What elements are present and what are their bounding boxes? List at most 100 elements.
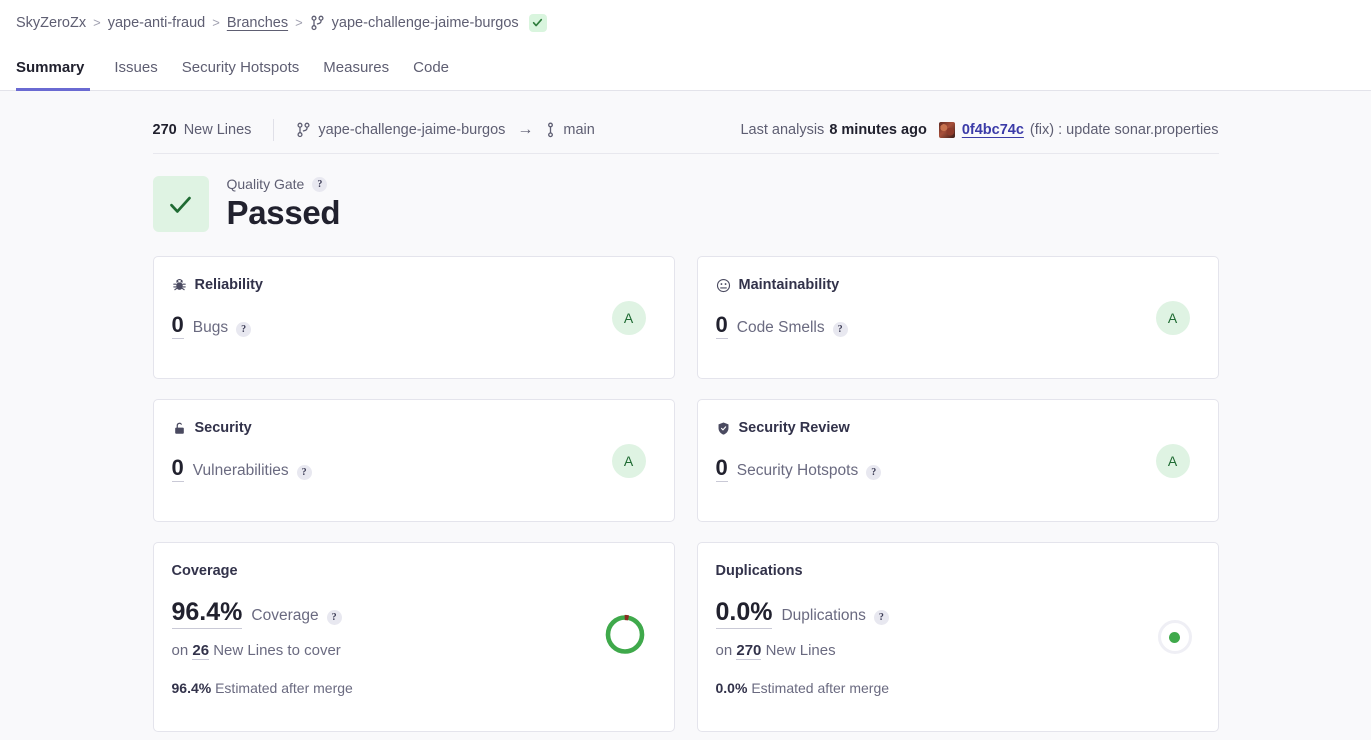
- git-branch-icon: [310, 15, 325, 31]
- breadcrumb: SkyZeroZx > yape-anti-fraud > Branches >…: [0, 0, 1371, 45]
- card-security-measure-row: 0 Vulnerabilities ?: [171, 455, 652, 483]
- card-duplications: Duplications 0.0% Duplications ? on 270 …: [696, 542, 1219, 732]
- coverage-percent[interactable]: 96.4%: [171, 598, 243, 629]
- tab-security-hotspots[interactable]: Security Hotspots: [170, 45, 312, 90]
- duplications-percent[interactable]: 0.0%: [715, 598, 773, 629]
- tab-measures[interactable]: Measures: [311, 45, 401, 90]
- content-container: 270 New Lines yape-challenge-jaime-burgo…: [152, 91, 1219, 732]
- measures-grid: Reliability 0 Bugs ? A Maintainability 0…: [152, 256, 1219, 732]
- card-reliability-measure-row: 0 Bugs ?: [171, 312, 652, 340]
- help-icon[interactable]: ?: [236, 322, 252, 337]
- bugs-label: Bugs: [192, 319, 229, 336]
- tab-summary[interactable]: Summary: [16, 45, 96, 91]
- card-security-title: Security: [194, 420, 252, 436]
- git-branch-icon: [296, 122, 311, 138]
- coverage-label: Coverage: [251, 607, 319, 624]
- card-security: Security 0 Vulnerabilities ? A: [152, 399, 675, 522]
- breadcrumb-org[interactable]: SkyZeroZx: [16, 15, 86, 31]
- vulnerabilities-count[interactable]: 0: [171, 455, 184, 483]
- code-smell-icon: [716, 278, 731, 293]
- help-icon[interactable]: ?: [296, 465, 312, 480]
- breadcrumb-separator: >: [212, 15, 220, 30]
- tab-security-hotspots-label: Security Hotspots: [181, 59, 300, 76]
- quality-gate-status-icon-box: [152, 176, 209, 232]
- card-maintainability-measure-row: 0 Code Smells ?: [715, 312, 1196, 340]
- branch-comparison: yape-challenge-jaime-burgos → main: [296, 121, 595, 139]
- main-tabs: Summary Issues Security Hotspots Measure…: [0, 45, 1371, 91]
- coverage-on-prefix: on: [171, 641, 189, 659]
- help-icon[interactable]: ?: [866, 465, 882, 480]
- tab-code[interactable]: Code: [401, 45, 461, 90]
- security-hotspots-count[interactable]: 0: [715, 455, 728, 483]
- duplications-estimate-value: 0.0%: [715, 679, 748, 696]
- security-hotspots-label: Security Hotspots: [736, 462, 859, 479]
- analysis-meta-row: 270 New Lines yape-challenge-jaime-burgo…: [152, 119, 1219, 154]
- help-icon[interactable]: ?: [312, 176, 328, 192]
- card-reliability-title: Reliability: [194, 277, 264, 293]
- coverage-new-lines-row: on 26 New Lines to cover: [171, 641, 652, 660]
- card-coverage: Coverage 96.4% Coverage ? on 26 New Line…: [152, 542, 675, 732]
- breadcrumb-branch[interactable]: yape-challenge-jaime-burgos: [332, 15, 519, 31]
- new-lines-label: New Lines: [183, 122, 252, 138]
- security-rating-badge[interactable]: A: [611, 443, 646, 478]
- card-security-title-row: Security: [172, 420, 652, 436]
- card-maintainability: Maintainability 0 Code Smells ? A: [696, 256, 1219, 379]
- card-reliability-title-row: Reliability: [172, 277, 652, 293]
- card-reliability: Reliability 0 Bugs ? A: [152, 256, 675, 379]
- coverage-donut-chart: [603, 613, 647, 662]
- duplications-dot-icon: [1169, 631, 1180, 643]
- duplications-on-prefix: on: [715, 641, 733, 659]
- duplications-new-lines-count[interactable]: 270: [736, 641, 762, 660]
- tab-issues-label: Issues: [114, 59, 158, 76]
- help-icon[interactable]: ?: [832, 322, 848, 337]
- source-branch-name: yape-challenge-jaime-burgos: [318, 122, 506, 138]
- card-security-review-title: Security Review: [738, 420, 850, 436]
- help-icon[interactable]: ?: [873, 610, 889, 625]
- check-icon: [532, 18, 543, 27]
- avatar: [938, 122, 955, 138]
- bugs-count[interactable]: 0: [171, 312, 184, 340]
- card-security-review: Security Review 0 Security Hotspots ? A: [696, 399, 1219, 522]
- quality-gate-text: Quality Gate ? Passed: [227, 176, 341, 232]
- last-analysis-time: 8 minutes ago: [829, 122, 927, 138]
- breadcrumb-status-badge: [528, 13, 547, 32]
- card-security-review-measure-row: 0 Security Hotspots ?: [715, 455, 1196, 483]
- card-security-review-title-row: Security Review: [716, 420, 1196, 436]
- duplications-estimate-label: Estimated after merge: [751, 679, 890, 696]
- breadcrumb-project[interactable]: yape-anti-fraud: [108, 15, 206, 31]
- commit-hash-link[interactable]: 0f4bc74c: [962, 122, 1024, 138]
- meta-divider: [273, 119, 275, 141]
- vulnerabilities-label: Vulnerabilities: [192, 462, 289, 479]
- duplications-new-lines-row: on 270 New Lines: [715, 641, 1196, 660]
- target-branch-name: main: [563, 122, 595, 138]
- reliability-rating-badge[interactable]: A: [611, 300, 646, 335]
- check-icon: [170, 196, 191, 213]
- coverage-estimate-label: Estimated after merge: [215, 679, 353, 696]
- breadcrumb-branches-link[interactable]: Branches: [227, 15, 288, 31]
- breadcrumb-separator: >: [295, 15, 303, 30]
- card-coverage-measure-row: 96.4% Coverage ?: [171, 598, 652, 629]
- bug-icon: [172, 278, 187, 293]
- commit-message: (fix) : update sonar.properties: [1029, 122, 1219, 138]
- tab-issues[interactable]: Issues: [102, 45, 169, 90]
- card-maintainability-title-row: Maintainability: [716, 277, 1196, 293]
- help-icon[interactable]: ?: [326, 610, 342, 625]
- code-smells-count[interactable]: 0: [715, 312, 728, 340]
- last-analysis-group: Last analysis 8 minutes ago 0f4bc74c (fi…: [740, 122, 1219, 138]
- duplications-on-suffix: New Lines: [765, 641, 836, 659]
- card-coverage-title: Coverage: [171, 563, 238, 579]
- maintainability-rating-badge[interactable]: A: [1155, 300, 1190, 335]
- duplications-indicator: [1157, 620, 1192, 654]
- breadcrumb-separator: >: [93, 15, 101, 30]
- main-branch-icon: [545, 122, 556, 138]
- card-duplications-measure-row: 0.0% Duplications ?: [715, 598, 1196, 629]
- duplications-estimate-row: 0.0% Estimated after merge: [716, 680, 1196, 696]
- card-maintainability-title: Maintainability: [738, 277, 840, 293]
- page-body: 270 New Lines yape-challenge-jaime-burgo…: [0, 91, 1371, 740]
- arrow-right-icon: →: [517, 121, 534, 138]
- quality-gate-label: Quality Gate: [226, 176, 305, 193]
- tab-code-label: Code: [413, 59, 449, 76]
- coverage-new-lines-count[interactable]: 26: [192, 641, 210, 660]
- coverage-estimate-value: 96.4%: [171, 679, 212, 696]
- security-review-rating-badge[interactable]: A: [1155, 443, 1190, 478]
